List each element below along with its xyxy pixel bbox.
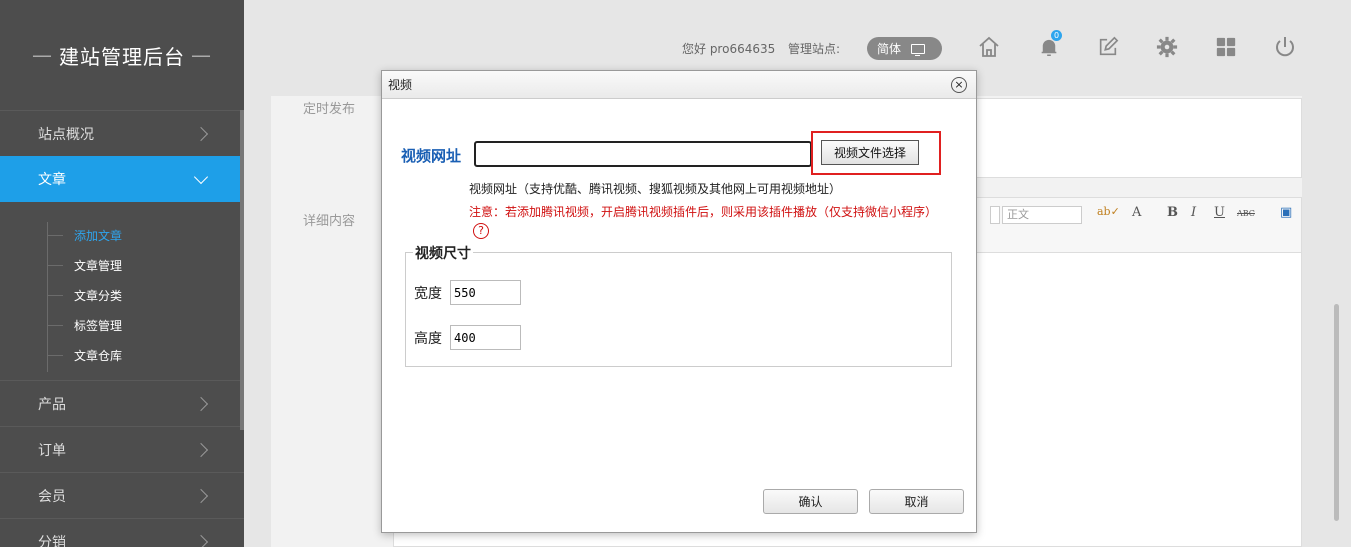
tencent-warning: 注意：若添加腾讯视频，开启腾讯视频插件后，则采用该插件播放（仅支持微信小程序）? [469,203,949,239]
cancel-button[interactable]: 取消 [869,489,964,514]
confirm-button[interactable]: 确认 [763,489,858,514]
brand-title: — 建站管理后台 — [0,0,244,110]
nav-item-member[interactable]: 会员 [0,472,244,518]
nav-item-order[interactable]: 订单 [0,426,244,472]
brand-dash-left: — [32,43,53,67]
chevron-right-icon [193,126,209,141]
spellcheck-icon[interactable]: ab✓ [1097,205,1120,218]
nav-item-label: 订单 [38,442,66,459]
dialog-title: 视频 [382,71,976,99]
language-label: 简体 [877,42,902,56]
width-row: 宽度 [414,280,521,305]
height-row: 高度 [414,325,521,350]
close-icon[interactable]: × [951,77,967,93]
height-label: 高度 [414,330,442,347]
nav-item-label: 产品 [38,396,66,413]
edit-icon[interactable] [1095,34,1121,60]
power-icon[interactable] [1272,34,1298,60]
language-switch[interactable]: 简体 [867,37,942,60]
nav-item-label: 会员 [38,488,66,505]
subnav-item-add-article[interactable]: 添加文章 [0,220,244,250]
video-dialog: 视频 × 视频网址 视频文件选择 视频网址（支持优酷、腾讯视频、搜狐视频及其他网… [381,70,977,533]
nav-item-overview[interactable]: 站点概况 [0,110,244,156]
grid-icon[interactable] [1213,34,1239,60]
bell-icon[interactable]: 0 [1036,30,1062,60]
chevron-right-icon [193,534,209,547]
nav-item-distribution[interactable]: 分销 [0,518,244,547]
subnav-item-article-manage[interactable]: 文章管理 [0,250,244,280]
sidebar: — 建站管理后台 — 站点概况 文章 添加文章 文章管理 文章分类 标签管理 文… [0,0,244,547]
video-size-legend: 视频尺寸 [413,243,473,263]
page-scrollbar[interactable] [1334,304,1339,521]
video-url-input[interactable] [474,141,812,167]
home-icon[interactable] [976,34,1002,60]
subnav-item-tag-manage[interactable]: 标签管理 [0,310,244,340]
height-input[interactable] [450,325,521,350]
monitor-icon [911,43,926,56]
subnav-item-article-repo[interactable]: 文章仓库 [0,340,244,370]
nav-item-product[interactable]: 产品 [0,380,244,426]
notification-badge: 0 [1051,30,1062,41]
fullscreen-icon[interactable]: ▣ [1280,205,1292,220]
chevron-right-icon [193,442,209,457]
width-label: 宽度 [414,285,442,302]
nav-item-label: 分销 [38,534,66,547]
chevron-right-icon [193,488,209,503]
nav-item-label: 站点概况 [38,126,94,143]
bold-button[interactable]: B [1167,205,1178,220]
sidebar-scrollbar[interactable] [240,110,244,430]
width-input[interactable] [450,280,521,305]
gear-icon[interactable] [1154,34,1180,60]
underline-button[interactable]: U [1214,205,1225,220]
paragraph-select[interactable]: 正文 [1002,206,1082,224]
article-subnav: 添加文章 文章管理 文章分类 标签管理 文章仓库 [0,202,244,380]
video-url-hint: 视频网址（支持优酷、腾讯视频、搜狐视频及其他网上可用视频地址） [469,182,842,196]
nav-item-article[interactable]: 文章 [0,156,244,202]
font-size-select[interactable] [990,206,1000,224]
site-label: 管理站点: [788,42,841,56]
video-size-fieldset: 视频尺寸 宽度 高度 [405,243,952,367]
subnav-item-article-category[interactable]: 文章分类 [0,280,244,310]
chevron-down-icon [193,169,209,184]
user-greeting: 您好 pro664635 [682,42,776,56]
brand-dash-right: — [191,43,212,67]
nav-item-label: 文章 [38,172,66,188]
warning-text: 注意：若添加腾讯视频，开启腾讯视频插件后，则采用该插件播放（仅支持微信小程序） [469,205,938,219]
schedule-label: 定时发布 [303,102,356,117]
video-file-select-button[interactable]: 视频文件选择 [821,140,919,165]
chevron-right-icon [193,396,209,411]
strikethrough-button[interactable]: ABC [1237,209,1255,218]
font-color-button[interactable]: A [1132,205,1141,220]
italic-button[interactable]: I [1191,205,1196,220]
video-url-label: 视频网址 [401,147,462,165]
brand-label: 建站管理后台 [59,44,185,69]
help-icon[interactable]: ? [473,223,489,239]
detail-label: 详细内容 [303,214,356,229]
